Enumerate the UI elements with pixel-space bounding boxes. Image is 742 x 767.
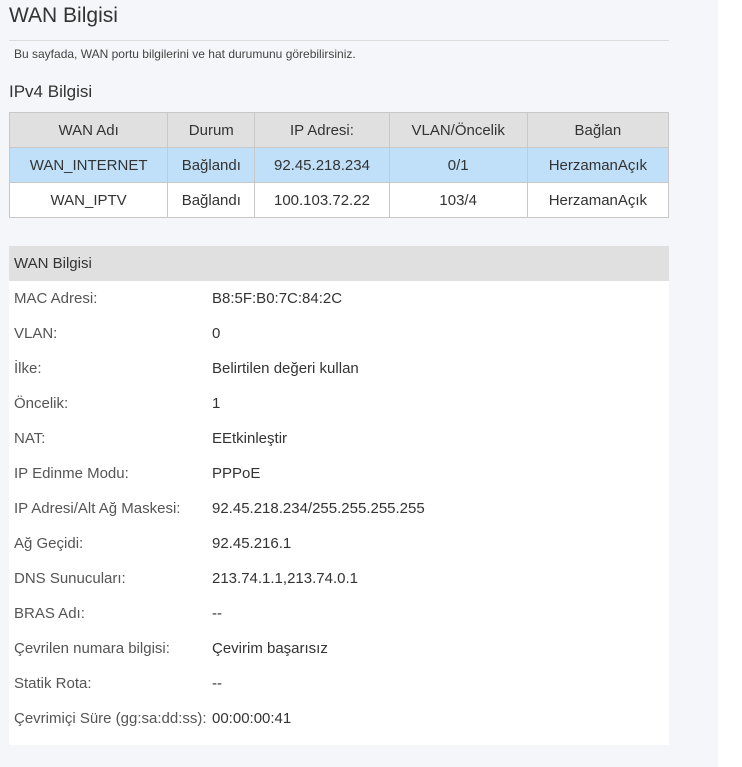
info-row-vlan: VLAN: 0 [9, 316, 669, 351]
table-row-wan-iptv[interactable]: WAN_IPTV Bağlandı 100.103.72.22 103/4 He… [8, 182, 670, 218]
info-row-online-time: Çevrimiçi Süre (gg:sa:dd:ss): 00:00:00:4… [9, 701, 669, 736]
info-value: Çevirim başarısız [212, 640, 328, 657]
cell-ip-address: 100.103.72.22 [254, 182, 390, 218]
wan-ipv4-table: WAN Adı Durum IP Adresi: VLAN/Öncelik Ba… [8, 112, 670, 218]
info-label: Öncelik: [14, 395, 69, 412]
info-label: VLAN: [14, 325, 58, 342]
cell-wan-name: WAN_INTERNET [8, 147, 169, 183]
info-row-gateway: Ağ Geçidi: 92.45.216.1 [9, 526, 669, 561]
info-label: BRAS Adı: [14, 605, 85, 622]
info-row-dns-servers: DNS Sunucuları: 213.74.1.1,213.74.0.1 [9, 561, 669, 596]
wan-info-panel: WAN Bilgisi MAC Adresi: B8:5F:B0:7C:84:2… [9, 246, 669, 745]
cell-vlan-priority: 103/4 [388, 182, 528, 218]
content-panel: WAN Bilgisi Bu sayfada, WAN portu bilgil… [0, 0, 718, 767]
page-title: WAN Bilgisi [9, 4, 118, 27]
info-value: 92.45.216.1 [212, 535, 292, 552]
cell-vlan-priority: 0/1 [388, 147, 528, 183]
info-row-ip-mode: IP Edinme Modu: PPPoE [9, 456, 669, 491]
table-header-row: WAN Adı Durum IP Adresi: VLAN/Öncelik Ba… [8, 112, 670, 148]
info-label: Çevrilen numara bilgisi: [14, 640, 170, 657]
info-value: 0 [212, 325, 221, 342]
info-label: Çevrimiçi Süre (gg:sa:dd:ss): [14, 710, 207, 727]
info-value: 92.45.218.234/255.255.255.255 [212, 500, 425, 517]
info-label: İlke: [14, 360, 42, 377]
info-row-priority: Öncelik: 1 [9, 386, 669, 421]
info-row-static-route: Statik Rota: -- [9, 666, 669, 701]
info-value: -- [212, 605, 222, 622]
wan-info-header: WAN Bilgisi [9, 246, 669, 281]
info-row-nat: NAT: EEtkinleştir [9, 421, 669, 456]
cell-status: Bağlandı [167, 147, 256, 183]
info-row-bras-name: BRAS Adı: -- [9, 596, 669, 631]
info-value: -- [212, 675, 222, 692]
info-row-dial-info: Çevrilen numara bilgisi: Çevirim başarıs… [9, 631, 669, 666]
cell-connect: HerzamanAçık [526, 147, 670, 183]
table-row-wan-internet[interactable]: WAN_INTERNET Bağlandı 92.45.218.234 0/1 … [8, 147, 670, 183]
info-row-mac-address: MAC Adresi: B8:5F:B0:7C:84:2C [9, 281, 669, 316]
info-value: 213.74.1.1,213.74.0.1 [212, 570, 358, 587]
info-label: Statik Rota: [14, 675, 92, 692]
info-label: IP Adresi/Alt Ağ Maskesi: [14, 500, 181, 517]
ipv4-section-title: IPv4 Bilgisi [9, 82, 93, 101]
info-label: NAT: [14, 430, 46, 447]
title-divider [9, 40, 669, 41]
page-description: Bu sayfada, WAN portu bilgilerini ve hat… [14, 47, 356, 61]
info-value: PPPoE [212, 465, 261, 482]
info-label: MAC Adresi: [14, 290, 98, 307]
info-value: 00:00:00:41 [212, 710, 292, 727]
column-header-connect: Bağlan [526, 112, 670, 148]
column-header-vlan-priority: VLAN/Öncelik [388, 112, 528, 148]
cell-status: Bağlandı [167, 182, 256, 218]
info-value: Belirtilen değeri kullan [212, 360, 359, 377]
info-value: 1 [212, 395, 221, 412]
info-row-ip-subnet: IP Adresi/Alt Ağ Maskesi: 92.45.218.234/… [9, 491, 669, 526]
info-label: DNS Sunucuları: [14, 570, 126, 587]
column-header-wan-name: WAN Adı [8, 112, 169, 148]
column-header-ip-address: IP Adresi: [254, 112, 390, 148]
info-label: Ağ Geçidi: [14, 535, 84, 552]
info-value: B8:5F:B0:7C:84:2C [212, 290, 343, 307]
info-value: EEtkinleştir [212, 430, 288, 447]
column-header-status: Durum [167, 112, 256, 148]
cell-wan-name: WAN_IPTV [8, 182, 169, 218]
info-label: IP Edinme Modu: [14, 465, 129, 482]
cell-ip-address: 92.45.218.234 [254, 147, 390, 183]
info-row-policy: İlke: Belirtilen değeri kullan [9, 351, 669, 386]
cell-connect: HerzamanAçık [526, 182, 670, 218]
